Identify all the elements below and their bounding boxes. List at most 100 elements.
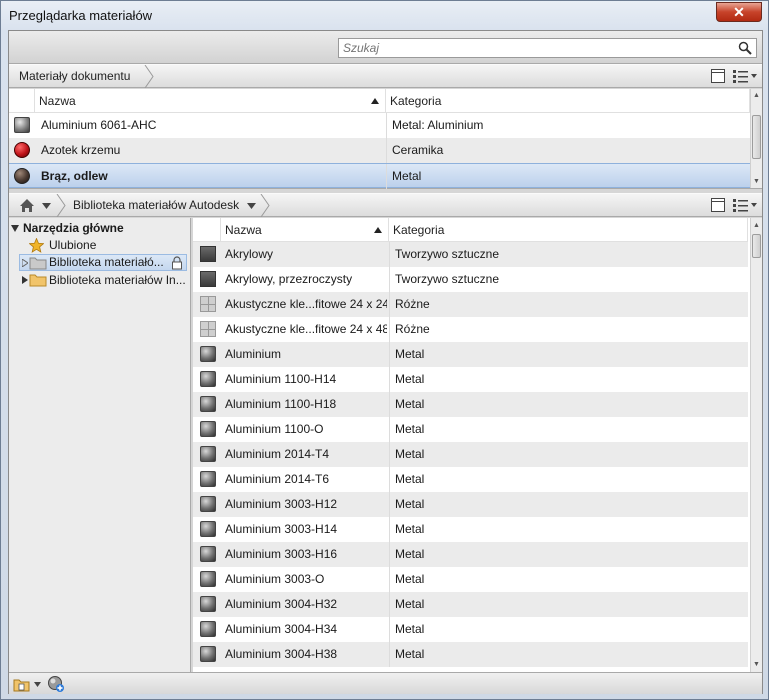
metal-sphere-swatch-icon — [200, 521, 216, 537]
tree-item-inventor-library[interactable]: Biblioteka materiałów In... — [19, 272, 191, 289]
row-category: Różne — [395, 297, 430, 311]
table-row[interactable]: Aluminium 1100-O Metal — [193, 417, 748, 442]
row-name: Aluminium 3003-H14 — [225, 522, 338, 536]
library-scrollbar[interactable]: ▲ ▼ — [750, 218, 762, 672]
table-row[interactable]: Aluminium 1100-H14 Metal — [193, 367, 748, 392]
document-breadcrumb-bar: Materiały dokumentu — [9, 64, 762, 88]
row-category: Metal — [395, 447, 425, 461]
window-title: Przeglądarka materiałów — [9, 8, 153, 23]
table-row[interactable]: Akustyczne kle...fitowe 24 x 48 Różne — [193, 317, 748, 342]
panel-view-icon[interactable] — [710, 197, 726, 213]
metal-sphere-swatch-icon — [200, 546, 216, 562]
row-name: Aluminium 1100-H18 — [225, 397, 337, 411]
table-row[interactable]: Aluminium 3004-H32 Metal — [193, 592, 748, 617]
library-materials-table: Nazwa Kategoria Akrylowy Tworzywo sztuczn… — [193, 218, 762, 672]
library-dropdown-icon[interactable] — [247, 203, 256, 209]
row-name: Aluminium 2014-T4 — [225, 447, 330, 461]
column-header-name[interactable]: Nazwa — [221, 218, 389, 242]
table-row[interactable]: Akrylowy Tworzywo sztuczne — [193, 242, 748, 267]
scroll-down-icon[interactable]: ▼ — [752, 660, 761, 669]
document-scrollbar[interactable]: ▲ ▼ — [750, 89, 762, 188]
folder-icon — [29, 257, 47, 270]
table-row[interactable]: Aluminium 3003-H16 Metal — [193, 542, 748, 567]
table-row[interactable]: Aluminium 3003-H12 Metal — [193, 492, 748, 517]
scrollbar-thumb[interactable] — [752, 115, 761, 159]
list-view-options-icon[interactable] — [732, 197, 758, 213]
metal-sphere-swatch-icon — [200, 496, 216, 512]
table-row[interactable]: Aluminium 3004-H38 Metal — [193, 642, 748, 667]
row-category: Metal — [392, 169, 422, 183]
row-category: Metal — [395, 572, 425, 586]
library-breadcrumb-bar: Biblioteka materiałów Autodesk — [9, 193, 762, 217]
tree-item-favorites[interactable]: Ulubione — [29, 237, 187, 254]
breadcrumb-separator-icon — [144, 65, 154, 88]
breadcrumb-document-materials[interactable]: Materiały dokumentu — [9, 65, 142, 88]
column-header-category[interactable]: Kategoria — [386, 89, 750, 113]
table-row[interactable]: Aluminium Metal — [193, 342, 748, 367]
column-header-category-label: Kategoria — [393, 223, 445, 237]
library-tree: Narzędzia główne Ulubione Biblioteka mat… — [9, 218, 191, 672]
row-name: Aluminium 3003-H12 — [225, 497, 338, 511]
search-icon[interactable] — [738, 41, 752, 55]
sort-ascending-icon — [371, 98, 379, 104]
list-view-options-icon[interactable] — [732, 68, 758, 84]
scrollbar-thumb[interactable] — [752, 234, 761, 258]
close-button[interactable]: ✕ — [716, 2, 762, 22]
panel-view-icon[interactable] — [710, 68, 726, 84]
metal-sphere-swatch-icon — [200, 396, 216, 412]
row-name: Aluminium 2014-T6 — [225, 472, 330, 486]
search-input[interactable] — [339, 39, 729, 57]
material-swatch-icon — [200, 246, 216, 262]
table-row-selected[interactable]: Brąz, odlew Metal — [9, 163, 750, 189]
title-bar[interactable]: Przeglądarka materiałów ✕ — [1, 1, 768, 29]
row-category: Ceramika — [392, 143, 444, 157]
tree-root[interactable]: Narzędzia główne — [11, 220, 189, 237]
row-name: Akrylowy — [225, 247, 274, 261]
scroll-up-icon[interactable]: ▲ — [752, 221, 761, 230]
open-library-icon[interactable] — [13, 676, 33, 692]
tree-root-label: Narzędzia główne — [23, 221, 124, 235]
row-name: Aluminium 3004-H38 — [225, 647, 338, 661]
table-row[interactable]: Aluminium 3003-O Metal — [193, 567, 748, 592]
table-row[interactable]: Aluminium 6061-AHC Metal: Aluminium — [9, 113, 750, 138]
material-swatch-icon — [200, 271, 216, 287]
row-category: Metal — [395, 622, 425, 636]
row-category: Tworzywo sztuczne — [395, 272, 500, 286]
row-name: Aluminium 1100-H14 — [225, 372, 337, 386]
library-menu-dropdown-icon[interactable] — [34, 682, 41, 687]
scroll-up-icon[interactable]: ▲ — [752, 91, 761, 100]
metal-sphere-swatch-icon — [200, 471, 216, 487]
expand-arrow-icon[interactable] — [22, 259, 28, 267]
metal-sphere-swatch-icon — [200, 346, 216, 362]
expand-arrow-icon[interactable] — [22, 276, 28, 284]
row-category: Tworzywo sztuczne — [395, 247, 500, 261]
table-row[interactable]: Aluminium 3003-H14 Metal — [193, 517, 748, 542]
row-category: Metal — [395, 647, 425, 661]
metal-sphere-swatch-icon — [200, 571, 216, 587]
tree-item-autodesk-library[interactable]: Biblioteka materiałó... — [19, 254, 187, 271]
row-name: Akrylowy, przezroczysty — [225, 272, 353, 286]
table-row[interactable]: Aluminium 2014-T4 Metal — [193, 442, 748, 467]
column-header-category-label: Kategoria — [390, 94, 442, 108]
search-box[interactable] — [338, 38, 757, 58]
table-row[interactable]: Akustyczne kle...fitowe 24 x 24 Różne — [193, 292, 748, 317]
collapse-arrow-icon[interactable] — [11, 225, 19, 232]
table-row[interactable]: Aluminium 2014-T6 Metal — [193, 467, 748, 492]
bottom-toolbar — [9, 672, 762, 694]
table-row[interactable]: Aluminium 1100-H18 Metal — [193, 392, 748, 417]
column-header-category[interactable]: Kategoria — [389, 218, 748, 242]
ceiling-tile-swatch-icon — [200, 296, 216, 312]
scroll-down-icon[interactable]: ▼ — [752, 177, 761, 186]
home-dropdown-icon[interactable] — [42, 203, 51, 209]
column-header-name[interactable]: Nazwa — [35, 89, 386, 113]
column-header-swatch — [193, 218, 221, 242]
table-row[interactable]: Azotek krzemu Ceramika — [9, 138, 750, 163]
create-material-icon[interactable] — [47, 675, 65, 693]
table-row[interactable]: Aluminium 3004-H34 Metal — [193, 617, 748, 642]
home-icon[interactable] — [19, 198, 35, 213]
row-name: Aluminium 3003-H16 — [225, 547, 338, 561]
metal-sphere-swatch-icon — [200, 371, 216, 387]
table-row[interactable]: Akrylowy, przezroczysty Tworzywo sztuczne — [193, 267, 748, 292]
row-name: Brąz, odlew — [41, 169, 108, 183]
breadcrumb-autodesk-library[interactable]: Biblioteka materiałów Autodesk — [63, 194, 251, 217]
